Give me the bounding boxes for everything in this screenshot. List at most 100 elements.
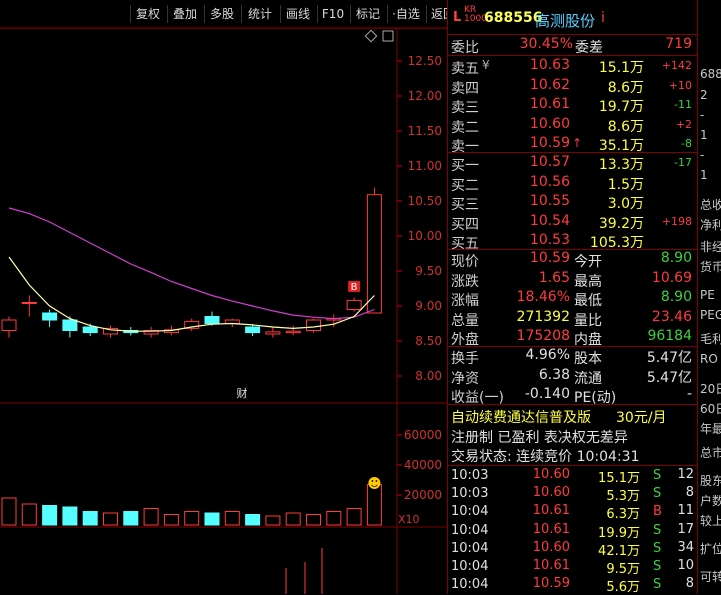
bid-label: 买四: [451, 216, 479, 233]
ad-text: 自动续费通达信普及版: [451, 410, 591, 426]
tick-time: 10:03: [451, 468, 489, 483]
fund-label: 流通: [574, 370, 602, 387]
candle-body: [21, 302, 37, 304]
volume-bar: [265, 515, 281, 526]
tick-price: 10.59: [532, 576, 570, 592]
volume-unit-label: X10: [398, 513, 420, 526]
volume-bar: [285, 512, 301, 526]
candle-body: [366, 194, 382, 314]
tick-price: 10.60: [532, 467, 570, 482]
f10-item: 扩位: [700, 542, 721, 556]
tick-row: 10:04 10.61 19.9万 S 17: [448, 522, 698, 541]
reg-row: 注册制 已盈利 表决权无差异: [448, 426, 698, 446]
bid-label: 买一: [451, 158, 479, 174]
volume-bar: [224, 511, 240, 526]
candle-body: [245, 326, 261, 334]
bid-label: 买二: [451, 177, 479, 194]
ask-label: 卖一: [451, 139, 479, 155]
registration-text: 注册制 已盈利 表决权无差异: [451, 430, 628, 446]
fund-row: 换手 4.96% 股本 5.47亿: [448, 347, 698, 367]
candle-body: [82, 326, 98, 334]
ask-label: 卖四: [451, 80, 479, 97]
bid-volume: 39.2万: [598, 215, 644, 232]
candle-body: [285, 330, 301, 334]
tick-count: 8: [685, 485, 694, 501]
bid-change: +198: [661, 214, 692, 228]
tick-side: S: [653, 540, 662, 556]
stat-value: 18.46%: [516, 289, 570, 305]
bid-row: 买四 10.54 39.2万 +198: [448, 213, 698, 233]
tick-side: S: [653, 468, 662, 483]
tick-volume: 5.3万: [606, 489, 640, 505]
tick-volume: 9.5万: [606, 562, 640, 577]
f10-item: 60日: [700, 402, 721, 416]
market-tag: L: [453, 10, 462, 25]
tick-time: 10:04: [451, 540, 489, 556]
tick-row: 10:04 10.61 6.3万 B 11: [448, 503, 698, 522]
f10-item: 年最: [700, 422, 721, 436]
ask-volume: 19.7万: [598, 99, 644, 115]
tick-volume: 19.9万: [598, 525, 640, 541]
f10-item: 1: [700, 128, 708, 142]
tick-row: 10:04 10.60 42.1万 S 34: [448, 540, 698, 559]
panel-separator: [448, 465, 698, 466]
volume-bar: [346, 508, 362, 526]
volume-bar: [204, 512, 220, 526]
kline-chart[interactable]: 12.50 12.00 11.50 11.00 10.50 10.00 9.50 9.00 8.…: [0, 0, 447, 594]
f10-item: 净利: [700, 218, 721, 232]
tick-time: 10:04: [451, 559, 489, 574]
volume-bar: [184, 511, 200, 526]
trading-status: 交易状态: 连续竞价 10:04:31: [451, 449, 640, 465]
tick-side: S: [653, 577, 662, 593]
tick-price: 10.61: [532, 558, 570, 573]
stat-row: 涨幅 18.46% 最低 8.90: [448, 289, 698, 309]
stat-label: 涨跌: [451, 273, 479, 290]
stat-row: 现价 10.59 今开 8.90: [448, 250, 698, 270]
info-icon[interactable]: i: [601, 10, 605, 26]
tick-side: S: [653, 522, 662, 538]
tick-side: S: [653, 486, 662, 502]
panel-separator: [448, 404, 698, 405]
bid-row: 买一 10.57 13.3万 -17: [448, 154, 698, 174]
candle-body: [346, 299, 362, 310]
quote-panel: L KR 1000 688556 高测股份 i 委比 30.45% 委差 719 卖五 ¥1…: [447, 0, 698, 595]
ask-price: 10.59: [529, 135, 570, 151]
tick-count: 10: [677, 558, 694, 573]
tick-count: 11: [677, 503, 694, 519]
ask-price: 10.61: [529, 96, 570, 112]
stock-name[interactable]: 高测股份: [535, 10, 595, 31]
candle-body: [265, 331, 281, 335]
tick-row: 10:04 10.59 5.6万 S 8: [448, 576, 698, 595]
ask-label: 卖五: [451, 61, 479, 77]
ask-change: +2: [675, 117, 692, 131]
stat-label: 今开: [574, 254, 602, 270]
tick-volume: 15.1万: [598, 471, 640, 486]
price-axis-label: 12.00: [408, 89, 442, 103]
stat-value: 175208: [516, 328, 570, 344]
weicha-label: 委差: [575, 40, 603, 56]
status-row: 交易状态: 连续竞价 10:04:31: [448, 445, 698, 465]
price-axis-label: 12.50: [408, 54, 442, 68]
volume-axis-label: 60000: [404, 428, 442, 442]
f10-item: 688: [700, 67, 721, 81]
ad-row[interactable]: 自动续费通达信普及版 30元/月: [448, 406, 698, 426]
volume-bar: [366, 484, 382, 526]
stat-label: 总量: [451, 312, 479, 329]
ask-price: 10.60: [529, 115, 570, 132]
stat-label: 涨幅: [451, 293, 479, 309]
f10-item: 毛利: [700, 332, 721, 346]
candle-body: [62, 319, 78, 331]
volume-bar: [42, 505, 58, 526]
stat-label: 最低: [574, 293, 602, 309]
volume-bar: [163, 514, 179, 526]
fund-label: 换手: [451, 351, 479, 367]
tick-count: 34: [677, 539, 694, 555]
ask-label: 卖二: [451, 119, 479, 136]
window-icon: [382, 30, 394, 42]
ask-change: +10: [668, 78, 692, 92]
volume-axis-label: 40000: [404, 458, 442, 472]
tick-volume: 42.1万: [598, 543, 640, 559]
weibi-label: 委比: [451, 40, 479, 56]
diamond-icon: [364, 29, 378, 43]
volume-bar: [82, 511, 98, 526]
